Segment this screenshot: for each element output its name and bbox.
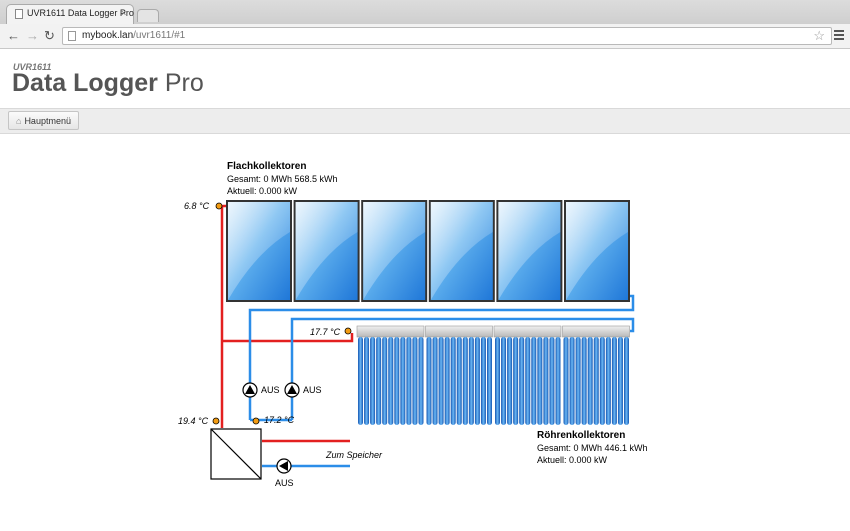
temp-tube-out: 17.7 °C bbox=[310, 327, 341, 337]
flat-collector-panels bbox=[226, 200, 630, 302]
flat-collector-total: Gesamt: 0 MWh 568.5 kWh bbox=[227, 174, 338, 184]
tube-collector-current: Aktuell: 0.000 kW bbox=[537, 455, 608, 465]
flat-collector-panel bbox=[496, 200, 563, 302]
sensor-supply bbox=[212, 417, 220, 425]
pump1-status: AUS bbox=[261, 385, 280, 395]
tube-collector-module bbox=[425, 325, 493, 425]
solar-hydraulic-diagram bbox=[210, 200, 635, 480]
temp-supply: 19.4 °C bbox=[178, 416, 209, 426]
flat-collector-panel bbox=[361, 200, 428, 302]
pump-icon bbox=[276, 458, 292, 474]
flat-collector-panel bbox=[293, 200, 360, 302]
flat-collector-panel bbox=[564, 200, 630, 302]
sensor-tube-out bbox=[344, 327, 352, 335]
tube-collector-module bbox=[356, 325, 425, 425]
pump-icon bbox=[242, 382, 258, 398]
temp-return: 17.2 °C bbox=[264, 415, 295, 425]
flat-collector-panel bbox=[226, 200, 292, 302]
flat-collector-panel bbox=[428, 200, 495, 302]
pump3-status: AUS bbox=[275, 478, 294, 488]
tube-collector-array bbox=[356, 325, 630, 425]
storage-label: Zum Speicher bbox=[326, 450, 383, 460]
sensor-flat-out bbox=[215, 202, 223, 210]
sensor-return bbox=[252, 417, 260, 425]
tube-collector-total: Gesamt: 0 MWh 446.1 kWh bbox=[537, 443, 648, 453]
flat-collector-current: Aktuell: 0.000 kW bbox=[227, 186, 298, 196]
tube-collector-module bbox=[493, 325, 562, 425]
temp-flat-out: 6.8 °C bbox=[184, 201, 210, 211]
flat-collector-title: Flachkollektoren bbox=[227, 161, 307, 172]
heat-exchanger bbox=[210, 428, 262, 480]
pump2-status: AUS bbox=[303, 385, 322, 395]
tube-collector-module bbox=[562, 325, 630, 425]
tube-collector-title: Röhrenkollektoren bbox=[537, 430, 626, 441]
pump-icon bbox=[284, 382, 300, 398]
